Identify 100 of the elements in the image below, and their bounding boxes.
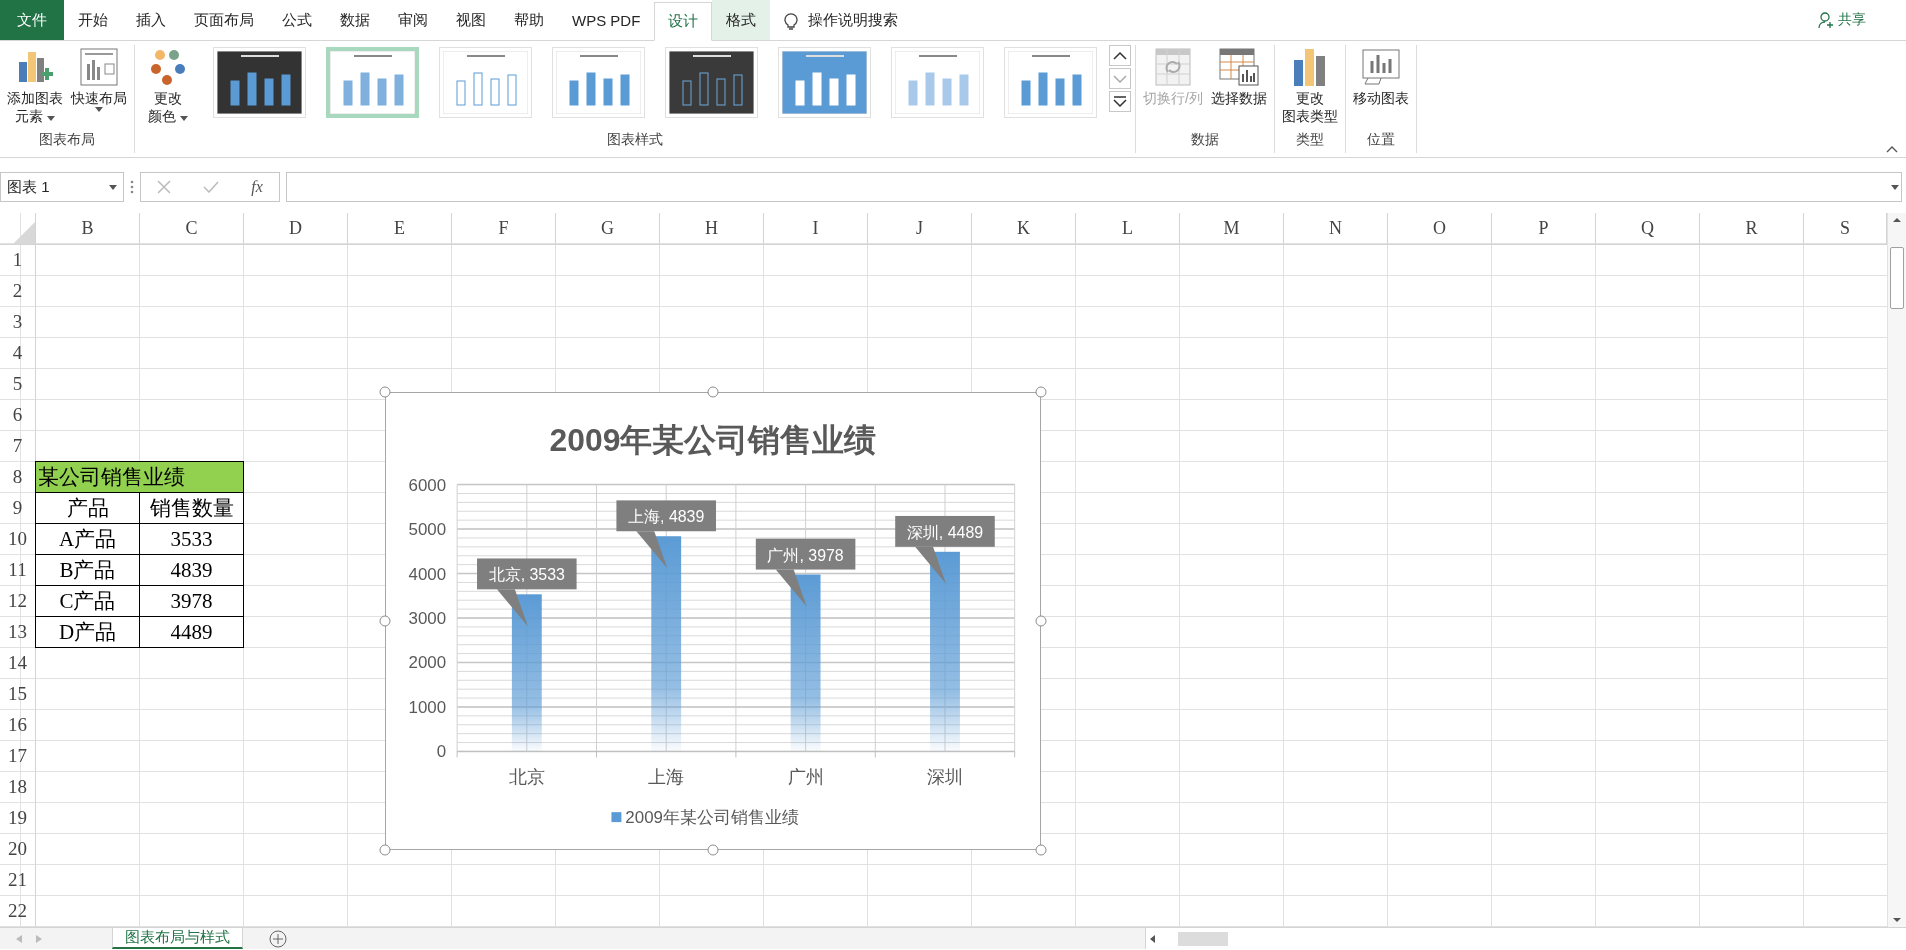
row-header[interactable]: 18 — [0, 772, 36, 803]
scrollbar-thumb[interactable] — [1890, 247, 1904, 309]
axis-tick-label: 4000 — [408, 564, 447, 584]
row-header[interactable]: 2 — [0, 276, 36, 307]
bar-chart-icon — [1292, 48, 1327, 86]
column-header[interactable]: G — [556, 213, 660, 245]
check-icon[interactable] — [203, 181, 220, 193]
row-header[interactable]: 19 — [0, 803, 36, 834]
category-label: 深圳 — [927, 767, 963, 788]
ribbon-button[interactable]: 更改 图表类型 — [1278, 45, 1341, 127]
sheet-tab[interactable]: 图表布局与样式 — [112, 928, 243, 949]
axis-tick-label: 3000 — [408, 609, 447, 628]
select-all-icon[interactable] — [13, 222, 35, 244]
resize-handle[interactable] — [1035, 615, 1047, 627]
column-header[interactable]: C — [140, 213, 244, 245]
next-sheet-icon[interactable] — [36, 934, 42, 943]
insert-function-button[interactable]: fx — [251, 178, 263, 196]
column-header[interactable]: N — [1284, 213, 1388, 245]
resize-handle[interactable] — [707, 844, 719, 856]
ribbon-tab[interactable]: 插入 — [122, 0, 180, 40]
table-title-cell: 某公司销售业绩 — [35, 461, 244, 493]
row-header[interactable]: 17 — [0, 741, 36, 772]
row-header[interactable]: 20 — [0, 834, 36, 865]
axis-tick-label: 0 — [436, 742, 447, 762]
plus-circle-icon — [269, 929, 287, 948]
row-header[interactable]: 5 — [0, 369, 36, 400]
group-label: 类型 — [1294, 131, 1325, 149]
tell-me-search[interactable]: 操作说明搜索 — [784, 0, 899, 40]
row-header[interactable]: 6 — [0, 400, 36, 431]
gallery-more-button[interactable] — [1109, 91, 1131, 112]
column-header[interactable]: F — [452, 213, 556, 245]
column-header[interactable]: J — [868, 213, 972, 245]
ribbon-tab[interactable]: 开始 — [64, 0, 122, 40]
data-label: 广州, 3978 — [755, 538, 856, 607]
ribbon-button[interactable]: 快速布局 — [68, 45, 130, 114]
column-header[interactable]: D — [244, 213, 348, 245]
switch-row-column-icon — [1154, 48, 1191, 86]
select-data-icon — [1218, 48, 1259, 86]
column-header[interactable]: K — [972, 213, 1076, 245]
row-header[interactable]: 4 — [0, 338, 36, 369]
resize-handle[interactable] — [1035, 386, 1047, 398]
ribbon-tab[interactable]: 帮助 — [500, 0, 558, 40]
row-header[interactable]: 21 — [0, 865, 36, 896]
collapse-ribbon-button[interactable] — [1886, 146, 1898, 153]
row-header[interactable]: 16 — [0, 710, 36, 741]
category-label: 北京 — [508, 767, 545, 788]
formula-input[interactable] — [286, 172, 1902, 202]
column-header[interactable]: P — [1492, 213, 1596, 245]
cancel-icon[interactable] — [157, 180, 172, 194]
column-header[interactable]: M — [1180, 213, 1284, 245]
ribbon-tab[interactable]: 文件 — [0, 0, 64, 40]
name-box[interactable]: 图表 1 — [0, 172, 124, 202]
group-label: 数据 — [1189, 131, 1220, 149]
resize-handle[interactable] — [707, 386, 719, 398]
column-header[interactable]: R — [1700, 213, 1804, 245]
quick-layout-icon — [80, 48, 118, 86]
ribbon-button[interactable]: 移动图表 — [1349, 45, 1412, 109]
column-header[interactable]: O — [1388, 213, 1492, 245]
legend-label: 2009年某公司销售业绩 — [625, 808, 799, 828]
resize-handle[interactable] — [379, 386, 391, 398]
ribbon-button[interactable]: 更改 颜色 — [139, 45, 197, 127]
previous-sheet-icon[interactable] — [16, 934, 22, 943]
chart-title: 2009年某公司销售业绩 — [549, 421, 877, 458]
ribbon-tab[interactable]: 数据 — [326, 0, 384, 40]
axis-tick-label: 5000 — [408, 520, 447, 540]
group-label: 图表样式 — [606, 131, 664, 149]
ribbon-tab[interactable]: WPS PDF — [558, 0, 655, 40]
add-sheet-button[interactable] — [269, 928, 287, 949]
column-header[interactable]: I — [764, 213, 868, 245]
chevron-up-icon — [1113, 51, 1127, 60]
row-header[interactable]: 14 — [0, 648, 36, 679]
ribbon-tab[interactable]: 审阅 — [384, 0, 442, 40]
gallery-up-button[interactable] — [1109, 45, 1131, 66]
ribbon-tab[interactable]: 公式 — [268, 0, 326, 40]
column-header[interactable]: E — [348, 213, 452, 245]
share-button[interactable]: 共享 — [1818, 0, 1866, 40]
column-header[interactable]: H — [660, 213, 764, 245]
chart[interactable]: 2009年某公司销售业绩 0 1000 2000 3000 4000 5000 6000 北京, 3533 上海, 4839 广州, 3978 深圳, 4489 北京 上海 广州 深圳 2009年某公司销售业绩 — [385, 392, 1041, 850]
ribbon-tab[interactable]: 设计 — [654, 2, 713, 41]
resize-handle[interactable] — [1035, 844, 1047, 856]
axis-tick-label: 1000 — [408, 697, 447, 717]
row-header[interactable]: 3 — [0, 307, 36, 338]
ribbon-tab[interactable]: 视图 — [442, 0, 500, 40]
column-header[interactable]: B — [36, 213, 140, 245]
chevron-down-icon — [1113, 74, 1127, 83]
resize-handle[interactable] — [379, 844, 391, 856]
ribbon-tab[interactable]: 页面布局 — [180, 0, 268, 40]
ribbon-button[interactable]: 添加图表 元素 — [4, 45, 66, 127]
column-header[interactable]: L — [1076, 213, 1180, 245]
table-cell: D产品 — [35, 616, 140, 648]
scrollbar-thumb[interactable] — [1178, 931, 1228, 946]
resize-handle[interactable] — [379, 615, 391, 627]
more-options-icon — [130, 180, 134, 194]
row-header[interactable]: 15 — [0, 679, 36, 710]
ribbon-tab[interactable]: 格式 — [712, 0, 771, 40]
column-header[interactable]: Q — [1596, 213, 1700, 245]
axis-tick-label: 2000 — [408, 653, 447, 673]
ribbon-button[interactable]: 选择数据 — [1207, 45, 1270, 109]
row-header[interactable]: 1 — [0, 245, 36, 276]
row-header[interactable]: 7 — [0, 431, 36, 462]
